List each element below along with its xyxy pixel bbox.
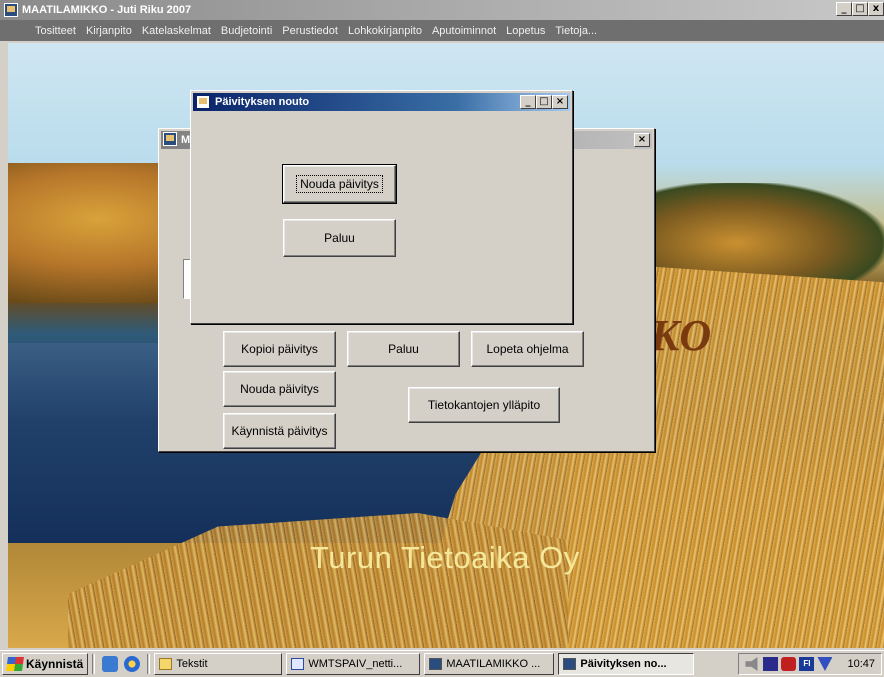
menu-budjetointi[interactable]: Budjetointi [216,25,277,37]
close-button[interactable]: × [634,133,650,147]
app-icon [563,658,577,670]
paluu-button[interactable]: Paluu [283,219,396,257]
windows-logo-icon [6,657,24,671]
taskbar-item-maatilamikko[interactable]: MAATILAMIKKO ... [424,653,555,675]
minimize-button[interactable]: _ [836,2,852,16]
menu-kirjanpito[interactable]: Kirjanpito [81,25,137,37]
separator [92,654,96,674]
speaker-icon[interactable] [745,657,758,671]
folder-icon [159,658,173,670]
menu-aputoiminnot[interactable]: Aputoiminnot [427,25,501,37]
language-indicator[interactable]: FI [799,657,815,671]
menu-katelaskelmat[interactable]: Katelaskelmat [137,25,216,37]
app-icon[interactable] [4,3,18,17]
main-titlebar[interactable]: MAATILAMIKKO - Juti Riku 2007 _ □ x [0,0,884,20]
paluu-button[interactable]: Paluu [347,331,460,367]
app-icon [429,658,443,670]
main-title: MAATILAMIKKO - Juti Riku 2007 [22,4,192,16]
task-label: MAATILAMIKKO ... [446,658,541,670]
brand-logo-text: KO [650,311,712,360]
antivirus-icon[interactable] [781,657,797,671]
paivityksen-nouto-titlebar[interactable]: Päivityksen nouto _ □ × [193,93,570,111]
kaynnista-paivitys-button[interactable]: Käynnistä päivitys [223,413,336,449]
task-label: Päivityksen no... [580,658,667,670]
app-icon [163,132,177,146]
task-label: WMTSPAIV_netti... [308,658,403,670]
paivityksen-nouto-title: Päivityksen nouto [215,96,310,108]
nouda-paivitys-button[interactable]: Nouda päivitys [282,164,397,204]
main-window: MAATILAMIKKO - Juti Riku 2007 _ □ x Tosi… [0,0,884,650]
close-button[interactable]: x [868,2,884,16]
minimize-button[interactable]: _ [520,95,536,109]
taskbar-item-wmtspaiv[interactable]: WMTSPAIV_netti... [286,653,421,675]
taskbar-item-tekstit[interactable]: Tekstit [154,653,283,675]
system-tray: FI 10:47 [738,653,882,675]
kopioi-paivitys-button[interactable]: Kopioi päivitys [223,331,336,367]
start-button[interactable]: Käynnistä [2,653,89,675]
desktop-icon[interactable] [102,656,119,672]
menu-tietoja[interactable]: Tietoja... [550,25,602,37]
tietokantojen-yllapito-button[interactable]: Tietokantojen ylläpito [408,387,560,423]
window-controls: _ □ × [520,95,568,109]
clock[interactable]: 10:47 [847,658,875,670]
menu-lopetus[interactable]: Lopetus [501,25,550,37]
menubar: Tositteet Kirjanpito Katelaskelmat Budje… [0,20,884,41]
word-doc-icon [291,658,305,670]
separator [147,654,151,674]
task-label: Tekstit [176,658,208,670]
window-controls: _ □ x [836,2,884,18]
app-icon [196,95,210,109]
close-button[interactable]: × [552,95,568,109]
nouda-paivitys-label: Nouda päivitys [296,175,383,193]
update-dialog-title: M [181,134,191,146]
paivityksen-nouto-dialog: Päivityksen nouto _ □ × Nouda päivitys P… [190,90,573,324]
update-icon[interactable] [817,657,833,671]
menu-tositteet[interactable]: Tositteet [30,25,81,37]
network-icon[interactable] [763,657,779,671]
browser-icon[interactable] [124,656,141,672]
nouda-paivitys-button[interactable]: Nouda päivitys [223,371,336,407]
maximize-button[interactable]: □ [536,95,552,109]
company-name: Turun Tietoaika Oy [310,540,580,575]
menu-lohkokirjanpito[interactable]: Lohkokirjanpito [343,25,427,37]
start-label: Käynnistä [26,657,84,671]
menu-perustiedot[interactable]: Perustiedot [277,25,343,37]
lopeta-ohjelma-button[interactable]: Lopeta ohjelma [471,331,584,367]
maximize-button[interactable]: □ [852,2,868,16]
taskbar-item-paivityksen-nouto[interactable]: Päivityksen no... [558,653,695,675]
taskbar: Käynnistä Tekstit WMTSPAIV_netti... MAAT… [0,650,884,677]
